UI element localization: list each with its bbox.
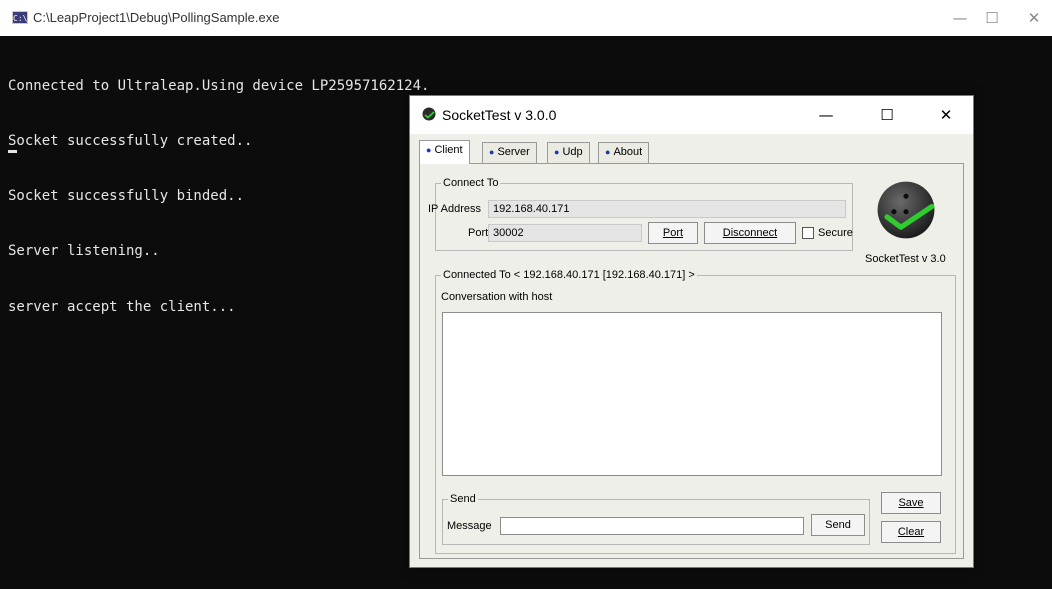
message-label: Message xyxy=(447,520,492,532)
clear-button-label: Clear xyxy=(897,526,925,538)
save-button-label: Save xyxy=(898,497,924,509)
port-button[interactable]: Port xyxy=(648,222,698,244)
connect-to-legend: Connect To xyxy=(441,176,501,190)
conversation-textarea[interactable] xyxy=(442,312,942,476)
console-line: Connected to Ultraleap.Using device LP25… xyxy=(8,77,430,94)
conversation-label: Conversation with host xyxy=(441,291,553,303)
tab-label: Client xyxy=(434,144,463,156)
tab-dot-icon: ● xyxy=(605,147,611,157)
disconnect-button[interactable]: Disconnect xyxy=(704,222,796,244)
sockettest-minimize-button[interactable]: — xyxy=(814,103,838,127)
client-tab-panel: Connect To IP Address 192.168.40.171 Por… xyxy=(419,163,964,559)
console-close-button[interactable]: ✕ xyxy=(1022,6,1046,30)
console-line: Socket successfully binded.. xyxy=(8,188,245,205)
port-label: Port xyxy=(468,227,489,239)
sockettest-content: ● Client ● Server ● Udp ● About Connect To I… xyxy=(410,134,973,567)
console-app-icon: C:\ xyxy=(12,11,28,24)
tab-dot-icon: ● xyxy=(426,145,432,155)
sockettest-logo-icon xyxy=(877,181,935,239)
message-input[interactable] xyxy=(500,517,804,535)
clear-button[interactable]: Clear xyxy=(881,521,941,543)
console-line: Server listening.. xyxy=(8,243,160,260)
tab-server[interactable]: ● Server xyxy=(482,142,537,163)
console-window-title: C:\LeapProject1\Debug\PollingSample.exe xyxy=(33,10,280,25)
disconnect-button-label: Disconnect xyxy=(722,227,778,239)
console-titlebar[interactable]: C:\ C:\LeapProject1\Debug\PollingSample.… xyxy=(0,0,1052,36)
sockettest-window: SocketTest v 3.0.0 — ☐ ✕ ● Client ● Server… xyxy=(409,95,974,568)
connected-to-group: Connected To < 192.168.40.171 [192.168.4… xyxy=(435,268,956,554)
tab-label: Udp xyxy=(562,146,583,158)
tab-label: Server xyxy=(497,146,530,158)
tab-label: About xyxy=(613,146,643,158)
port-button-label: Port xyxy=(662,227,684,239)
sockettest-app-icon xyxy=(422,107,436,121)
console-lines: Connected to Ultraleap.Using device LP25… xyxy=(8,40,429,353)
console-maximize-button[interactable]: ☐ xyxy=(980,6,1004,30)
tab-dot-icon: ● xyxy=(554,147,560,157)
tab-dot-icon: ● xyxy=(489,147,495,157)
sockettest-window-title: SocketTest v 3.0.0 xyxy=(442,107,557,123)
sockettest-titlebar[interactable]: SocketTest v 3.0.0 — ☐ ✕ xyxy=(410,96,973,134)
sockettest-maximize-button[interactable]: ☐ xyxy=(875,103,899,127)
save-button[interactable]: Save xyxy=(881,492,941,514)
tab-client[interactable]: ● Client xyxy=(419,140,470,164)
ip-address-label: IP Address xyxy=(428,203,481,215)
logo-caption: SocketTest v 3.0 xyxy=(865,253,946,265)
tab-about[interactable]: ● About xyxy=(598,142,650,163)
connected-to-legend: Connected To < 192.168.40.171 [192.168.4… xyxy=(441,268,697,282)
sockettest-close-button[interactable]: ✕ xyxy=(934,103,958,127)
secure-label: Secure xyxy=(818,227,853,239)
console-line: Socket successfully created.. xyxy=(8,133,253,150)
console-minimize-button[interactable]: — xyxy=(948,6,972,30)
send-group: Send Message Send xyxy=(442,492,870,545)
secure-checkbox[interactable] xyxy=(802,227,814,239)
send-legend: Send xyxy=(448,492,478,506)
ip-address-field[interactable]: 192.168.40.171 xyxy=(488,200,846,218)
send-button[interactable]: Send xyxy=(811,514,865,536)
port-field[interactable]: 30002 xyxy=(488,224,642,242)
console-line: server accept the client... xyxy=(8,298,236,315)
tab-udp[interactable]: ● Udp xyxy=(547,142,590,163)
connect-to-group: Connect To IP Address 192.168.40.171 Por… xyxy=(428,176,853,251)
console-cursor xyxy=(8,150,17,153)
